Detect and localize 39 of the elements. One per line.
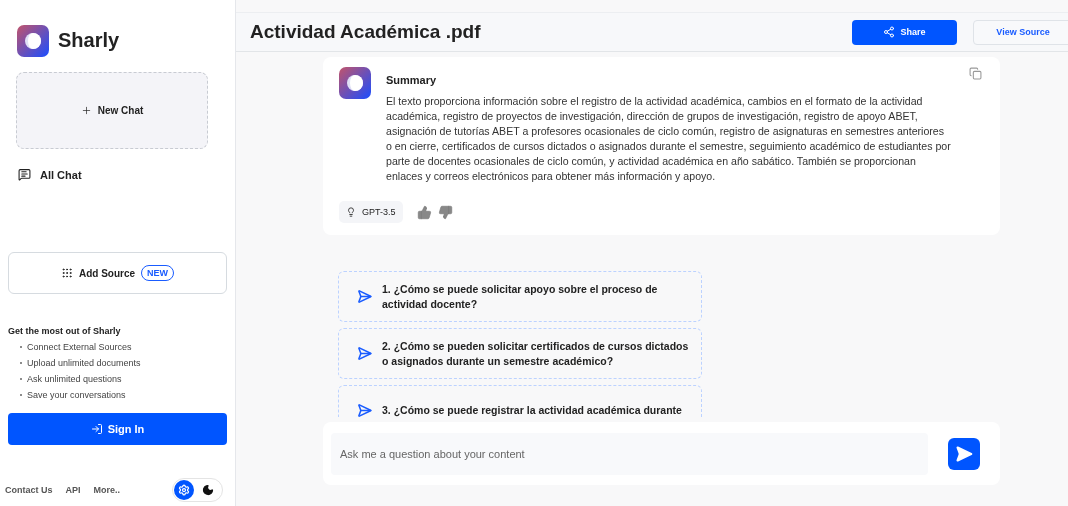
copy-icon[interactable]	[969, 67, 982, 80]
view-source-button[interactable]: View Source	[973, 19, 1068, 45]
sign-in-icon	[90, 423, 103, 435]
question-input[interactable]: Ask me a question about your content	[331, 432, 928, 475]
send-icon	[357, 289, 372, 304]
new-chat-button[interactable]: New Chat	[16, 72, 208, 149]
promo-item: Ask unlimited questions	[20, 374, 227, 384]
summary-title: Summary	[386, 74, 438, 86]
send-icon	[357, 346, 372, 361]
share-icon	[883, 26, 896, 38]
send-button[interactable]	[948, 437, 980, 470]
document-title: Actividad Académica .pdf	[250, 21, 482, 43]
logo-icon	[17, 24, 49, 57]
chat-icon	[18, 168, 31, 181]
all-chat-link[interactable]: All Chat	[18, 168, 227, 181]
send-icon	[357, 403, 372, 417]
grid-icon	[60, 267, 73, 279]
summary-text: El texto proporciona información sobre el registro de la actividad académica, cambios en el formato de la actividad académica, registro de proyectos de investigación, dirección de grupos de investigación, registro de apoyo ABET, asignación de tutorías ABET a profesores ocasionales de ciclo común, registro de asignaturas en semestres anteriores o en cierre, certificados de cursos dictados o asignados durante el semestre, seguimiento académico de estudiantes por parte de docentes ocasionales de ciclo común, y actividad académica en año sabático. También se proporcionan enlaces y correos electrónicos para obtener más información y apoyo.	[386, 94, 952, 184]
promo-item: Connect External Sources	[20, 342, 227, 352]
send-icon	[955, 444, 973, 463]
plus-icon	[80, 105, 92, 116]
thumbs-up-icon[interactable]	[416, 204, 432, 220]
promo-item: Upload unlimited documents	[20, 358, 227, 368]
footer-link[interactable]: More..	[93, 485, 121, 495]
thumbs-down-icon[interactable]	[437, 204, 453, 220]
model-tag: GPT-3.5	[339, 201, 403, 223]
add-source-button[interactable]: Add Source NEW	[8, 252, 227, 294]
promo-title: Get the most out of Sharly	[8, 326, 122, 336]
assistant-avatar	[339, 67, 371, 99]
promo-item: Save your conversations	[20, 390, 227, 400]
suggested-question[interactable]: 2. ¿Cómo se pueden solicitar certificados de cursos dictados o asignados durante un semestre académico?	[338, 328, 702, 379]
gear-icon[interactable]	[174, 480, 194, 500]
sign-in-button[interactable]: Sign In	[8, 413, 227, 445]
lightbulb-icon	[346, 207, 356, 217]
share-button[interactable]: Share	[852, 19, 957, 45]
suggested-question[interactable]: 1. ¿Cómo se puede solicitar apoyo sobre el proceso de actividad docente?	[338, 271, 702, 322]
footer-link[interactable]: API	[65, 485, 81, 495]
footer-link[interactable]: Contact Us	[5, 485, 53, 495]
brand-name: Sharly	[58, 29, 120, 52]
